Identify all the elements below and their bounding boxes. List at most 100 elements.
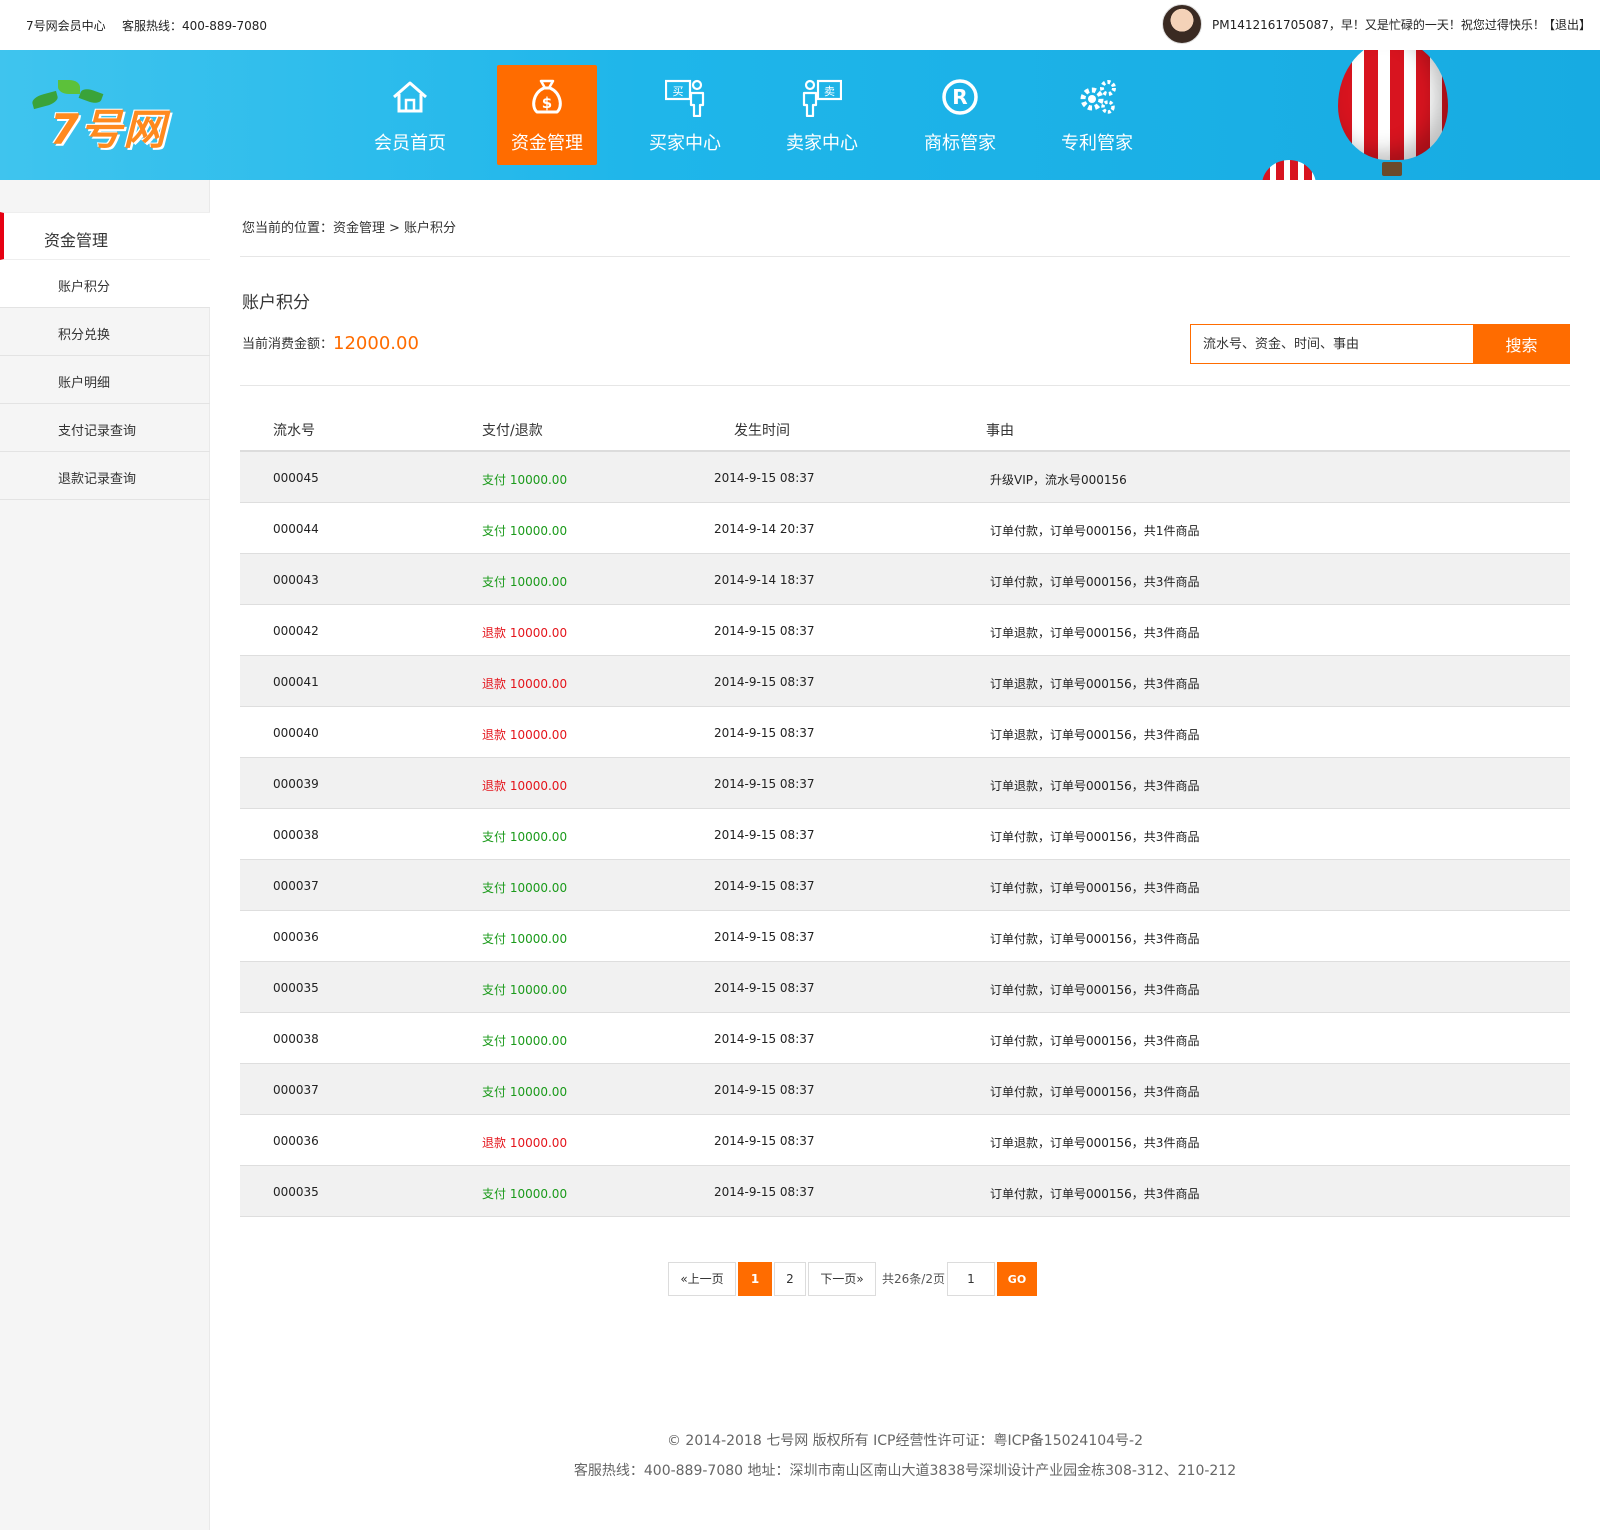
footer-contact: 客服热线：400-889-7080 地址：深圳市南山区南山大道3838号深圳设计… xyxy=(573,1463,1237,1479)
header-banner: 7号网 会员首页 $ 资金管理 买 买家中心 卖 卖家中心 R 商标管家 专利管… xyxy=(0,50,1600,180)
hot-air-balloon-image xyxy=(1338,50,1448,160)
table-row: 000044 支付 10000.00 2014-9-14 20:37 订单付款，订单号… xyxy=(240,503,1570,554)
top-bar: 7号网会员中心 客服热线：400-889-7080 PM141216170508… xyxy=(0,0,1600,50)
cell-time: 2014-9-14 20:37 xyxy=(714,522,815,536)
cell-amount: 支付 10000.00 xyxy=(482,575,568,589)
sidebar-item-label: 退款记录查询 xyxy=(58,472,137,487)
search-input[interactable] xyxy=(1190,324,1474,364)
cell-time: 2014-9-15 08:37 xyxy=(714,1134,815,1148)
prev-page-button[interactable]: «上一页 xyxy=(668,1262,736,1296)
sidebar-item-account-details[interactable]: 账户明细 xyxy=(0,356,210,404)
cell-serial: 000036 xyxy=(273,1134,319,1148)
cell-reason: 订单付款，订单号000156，共3件商品 xyxy=(990,1034,1200,1048)
nav-item-member-home[interactable]: 会员首页 xyxy=(360,65,460,165)
balance-display: 当前消费金额：12000.00 xyxy=(242,333,419,354)
cell-time: 2014-9-15 08:37 xyxy=(714,726,815,740)
breadcrumb-link-fund[interactable]: 资金管理 xyxy=(333,221,385,236)
cell-reason: 订单退款，订单号000156，共3件商品 xyxy=(990,677,1200,691)
cell-serial: 000036 xyxy=(273,930,319,944)
table-row: 000038 支付 10000.00 2014-9-15 08:37 订单付款，订单号… xyxy=(240,809,1570,860)
sidebar-item-label: 积分兑换 xyxy=(58,328,111,343)
column-header-type: 支付/退款 xyxy=(482,423,543,439)
page-button-current[interactable]: 1 xyxy=(738,1262,772,1296)
seller-icon: 卖 xyxy=(802,79,842,117)
balloon-basket xyxy=(1382,162,1402,176)
cell-amount: 退款 10000.00 xyxy=(482,728,568,742)
cell-time: 2014-9-15 08:37 xyxy=(714,675,815,689)
cell-amount: 支付 10000.00 xyxy=(482,1187,568,1201)
nav-item-buyer-center[interactable]: 买 买家中心 xyxy=(635,65,735,165)
cell-time: 2014-9-15 08:37 xyxy=(714,930,815,944)
cell-serial: 000042 xyxy=(273,624,319,638)
go-button[interactable]: GO xyxy=(997,1262,1037,1296)
page-title: 账户积分 xyxy=(242,293,310,313)
divider xyxy=(240,256,1570,257)
pagination-summary: 共26条/2页 xyxy=(882,1272,945,1286)
table-row: 000039 退款 10000.00 2014-9-15 08:37 订单退款，订单号… xyxy=(240,758,1570,809)
cell-amount: 支付 10000.00 xyxy=(482,473,568,487)
nav-label: 资金管理 xyxy=(511,133,583,154)
nav-item-fund-management[interactable]: $ 资金管理 xyxy=(497,65,597,165)
cell-serial: 000040 xyxy=(273,726,319,740)
cell-reason: 订单付款，订单号000156，共3件商品 xyxy=(990,1085,1200,1099)
next-page-button[interactable]: 下一页» xyxy=(808,1262,876,1296)
nav-label: 商标管家 xyxy=(924,133,996,154)
sidebar-item-refund-records[interactable]: 退款记录查询 xyxy=(0,452,210,500)
search-button[interactable]: 搜索 xyxy=(1473,324,1570,364)
table-row: 000035 支付 10000.00 2014-9-15 08:37 订单付款，订单号… xyxy=(240,962,1570,1013)
page-number-input[interactable] xyxy=(947,1262,995,1296)
table-body: 000045 支付 10000.00 2014-9-15 08:37 升级VIP，流水… xyxy=(240,452,1570,1217)
cell-reason: 订单付款，订单号000156，共3件商品 xyxy=(990,932,1200,946)
cell-serial: 000041 xyxy=(273,675,319,689)
cell-time: 2014-9-15 08:37 xyxy=(714,1083,815,1097)
balance-label: 当前消费金额： xyxy=(242,337,334,352)
avatar[interactable] xyxy=(1162,4,1202,44)
cell-time: 2014-9-15 08:37 xyxy=(714,981,815,995)
sidebar-item-account-points[interactable]: 账户积分 xyxy=(0,260,210,308)
cell-reason: 订单付款，订单号000156，共3件商品 xyxy=(990,1187,1200,1201)
site-name: 7号网会员中心 xyxy=(26,19,106,33)
sidebar-section-title: 资金管理 xyxy=(0,212,210,260)
cell-reason: 订单付款，订单号000156，共3件商品 xyxy=(990,830,1200,844)
cell-time: 2014-9-15 08:37 xyxy=(714,828,815,842)
svg-text:卖: 卖 xyxy=(824,85,835,98)
house-icon xyxy=(393,81,427,113)
cell-time: 2014-9-14 18:37 xyxy=(714,573,815,587)
hot-air-balloon-image xyxy=(1262,160,1316,180)
nav-item-patent[interactable]: 专利管家 xyxy=(1047,65,1147,165)
cell-amount: 支付 10000.00 xyxy=(482,1085,568,1099)
cell-amount: 支付 10000.00 xyxy=(482,830,568,844)
cell-serial: 000038 xyxy=(273,1032,319,1046)
site-logo[interactable]: 7号网 xyxy=(28,76,188,154)
nav-label: 卖家中心 xyxy=(786,133,858,154)
table-row: 000035 支付 10000.00 2014-9-15 08:37 订单付款，订单号… xyxy=(240,1166,1570,1217)
cell-time: 2014-9-15 08:37 xyxy=(714,624,815,638)
table-row: 000040 退款 10000.00 2014-9-15 08:37 订单退款，订单号… xyxy=(240,707,1570,758)
cell-time: 2014-9-15 08:37 xyxy=(714,471,815,485)
page-button[interactable]: 2 xyxy=(774,1262,806,1296)
cell-reason: 订单退款，订单号000156，共3件商品 xyxy=(990,728,1200,742)
logout-link[interactable]: 【退出】 xyxy=(1543,16,1591,33)
cell-amount: 退款 10000.00 xyxy=(482,1136,568,1150)
cell-serial: 000035 xyxy=(273,1185,319,1199)
cell-serial: 000037 xyxy=(273,879,319,893)
sidebar-item-payment-records[interactable]: 支付记录查询 xyxy=(0,404,210,452)
nav-item-seller-center[interactable]: 卖 卖家中心 xyxy=(772,65,872,165)
sidebar-item-points-exchange[interactable]: 积分兑换 xyxy=(0,308,210,356)
cell-reason: 订单付款，订单号000156，共1件商品 xyxy=(990,524,1200,538)
cell-reason: 订单付款，订单号000156，共3件商品 xyxy=(990,881,1200,895)
buyer-icon: 买 xyxy=(665,79,705,117)
nav-label: 会员首页 xyxy=(374,133,446,154)
balance-value: 12000.00 xyxy=(333,333,419,354)
cell-time: 2014-9-15 08:37 xyxy=(714,1032,815,1046)
sidebar-item-label: 支付记录查询 xyxy=(58,424,137,439)
nav-item-trademark[interactable]: R 商标管家 xyxy=(910,65,1010,165)
column-header-reason: 事由 xyxy=(986,423,1014,439)
greeting-text: PM1412161705087，早！又是忙碌的一天！祝您过得快乐！ xyxy=(1212,18,1545,32)
cell-serial: 000043 xyxy=(273,573,319,587)
cell-time: 2014-9-15 08:37 xyxy=(714,879,815,893)
divider xyxy=(240,385,1570,386)
nav-label: 买家中心 xyxy=(649,133,721,154)
table-row: 000037 支付 10000.00 2014-9-15 08:37 订单付款，订单号… xyxy=(240,1064,1570,1115)
cell-serial: 000045 xyxy=(273,471,319,485)
